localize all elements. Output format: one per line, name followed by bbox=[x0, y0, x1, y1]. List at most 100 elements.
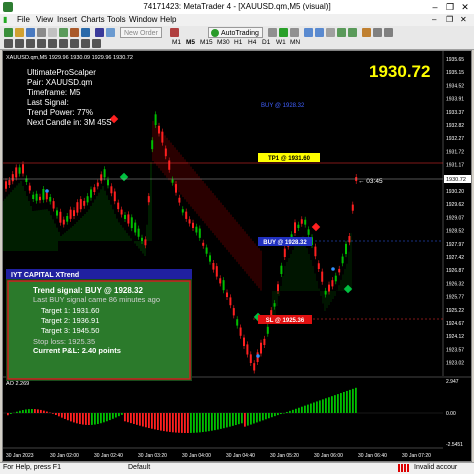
tile-windows-icon[interactable] bbox=[326, 28, 335, 37]
candle-body bbox=[249, 354, 252, 363]
arrows-tool-icon[interactable] bbox=[92, 39, 101, 48]
candle-body bbox=[205, 247, 208, 254]
ao-bar bbox=[79, 413, 81, 425]
menu-help[interactable]: Help bbox=[160, 15, 176, 24]
candle-body bbox=[35, 193, 38, 201]
templates-icon[interactable] bbox=[384, 28, 393, 37]
fibonacci-icon[interactable] bbox=[70, 39, 79, 48]
profiles-icon[interactable] bbox=[15, 28, 24, 37]
ao-bar bbox=[121, 413, 123, 415]
candle-body bbox=[66, 216, 69, 222]
ao-bar bbox=[37, 409, 39, 413]
timeframe-m30[interactable]: M30 bbox=[217, 39, 230, 46]
signal-dot bbox=[331, 267, 335, 271]
mdi-close-button[interactable]: ✕ bbox=[460, 15, 467, 24]
ao-bar bbox=[259, 413, 261, 422]
candle-body bbox=[351, 204, 354, 211]
ao-bar bbox=[331, 396, 333, 413]
stop-loss-text: Stop loss: 1925.35 bbox=[33, 337, 95, 346]
ao-bar bbox=[58, 413, 60, 417]
xtrend-header: IYT CAPITAL XTrend bbox=[11, 272, 79, 279]
timeframe-d1[interactable]: D1 bbox=[262, 39, 270, 46]
signals-icon[interactable] bbox=[106, 28, 115, 37]
ao-bar bbox=[115, 413, 117, 418]
experts-icon[interactable] bbox=[95, 28, 104, 37]
menu-tools[interactable]: Tools bbox=[107, 15, 126, 24]
candle-body bbox=[300, 219, 303, 224]
candle-body bbox=[62, 219, 65, 225]
strategy-tester-icon[interactable] bbox=[70, 28, 79, 37]
metaeditor-icon[interactable] bbox=[170, 28, 179, 37]
candle-body bbox=[83, 200, 86, 206]
menu-window[interactable]: Window bbox=[129, 15, 157, 24]
candle-body bbox=[22, 164, 24, 174]
navigator-icon[interactable] bbox=[48, 28, 57, 37]
data-window-icon[interactable] bbox=[37, 28, 46, 37]
bar-chart-icon[interactable] bbox=[268, 28, 277, 37]
ao-bar bbox=[298, 407, 300, 413]
minimize-button[interactable]: – bbox=[428, 1, 442, 13]
xtrend-panel: IYT CAPITAL XTrend Trend signal: BUY @ 1… bbox=[6, 269, 192, 381]
candle-body bbox=[107, 179, 109, 186]
close-button[interactable]: ✕ bbox=[458, 1, 472, 13]
crosshair-icon[interactable] bbox=[15, 39, 24, 48]
vertical-line-icon[interactable] bbox=[26, 39, 35, 48]
autoscroll-icon[interactable] bbox=[337, 28, 346, 37]
maximize-button[interactable]: ❐ bbox=[443, 1, 457, 13]
timeframe-m15[interactable]: M15 bbox=[200, 39, 213, 46]
candle-body bbox=[209, 255, 211, 262]
timeframe-w1[interactable]: W1 bbox=[276, 39, 286, 46]
ao-bar bbox=[340, 393, 342, 413]
ao-bar bbox=[238, 413, 240, 425]
autotrading-button[interactable]: AutoTrading bbox=[208, 27, 263, 38]
equidistant-channel-icon[interactable] bbox=[59, 39, 68, 48]
new-order-button[interactable]: New Order bbox=[120, 27, 162, 38]
timeframe-m1[interactable]: M1 bbox=[172, 39, 181, 46]
timeframe-m5[interactable]: M5 bbox=[186, 39, 195, 46]
ao-bar bbox=[127, 413, 129, 423]
timeframe-h1[interactable]: H1 bbox=[234, 39, 242, 46]
zoom-in-icon[interactable] bbox=[304, 28, 313, 37]
trendline-icon[interactable] bbox=[48, 39, 57, 48]
ao-bar bbox=[22, 410, 24, 413]
candle-body bbox=[110, 186, 113, 194]
timeframe-mn[interactable]: MN bbox=[290, 39, 300, 46]
ao-bar bbox=[286, 411, 288, 413]
price-tick-label: 1925.77 bbox=[446, 295, 464, 301]
market-watch-icon[interactable] bbox=[26, 28, 35, 37]
ao-bar bbox=[325, 398, 327, 413]
menu-file[interactable]: File bbox=[17, 15, 30, 24]
timeframe-h4[interactable]: H4 bbox=[248, 39, 256, 46]
candle-body bbox=[283, 248, 286, 257]
ao-bar bbox=[169, 413, 171, 432]
chart-menu-icon[interactable]: ▮ bbox=[3, 15, 7, 24]
candlestick-icon[interactable] bbox=[279, 28, 288, 37]
indicators-icon[interactable] bbox=[362, 28, 371, 37]
price-tick-label: 1934.52 bbox=[446, 83, 464, 89]
candle-body bbox=[297, 224, 300, 228]
candle-body bbox=[56, 210, 58, 216]
zoom-out-icon[interactable] bbox=[315, 28, 324, 37]
text-tool-icon[interactable] bbox=[81, 39, 90, 48]
menu-charts[interactable]: Charts bbox=[81, 15, 105, 24]
mdi-minimize-button[interactable]: – bbox=[432, 15, 436, 24]
price-chart[interactable]: 1935.65 1935.15 1934.52 1933.91 1933.37 1932.… bbox=[3, 51, 471, 461]
options-icon[interactable] bbox=[81, 28, 90, 37]
menu-view[interactable]: View bbox=[36, 15, 53, 24]
chart-shift-icon[interactable] bbox=[348, 28, 357, 37]
ao-bar bbox=[34, 409, 36, 413]
candle-body bbox=[100, 174, 103, 181]
horizontal-line-icon[interactable] bbox=[37, 39, 46, 48]
new-chart-icon[interactable] bbox=[4, 28, 13, 37]
candle-body bbox=[263, 338, 266, 345]
line-chart-icon[interactable] bbox=[290, 28, 299, 37]
ao-bar bbox=[46, 411, 48, 413]
candle-body bbox=[253, 363, 256, 371]
mdi-restore-button[interactable]: ❐ bbox=[446, 15, 453, 24]
periods-icon[interactable] bbox=[373, 28, 382, 37]
menu-insert[interactable]: Insert bbox=[57, 15, 77, 24]
terminal-icon[interactable] bbox=[59, 28, 68, 37]
ao-bar bbox=[247, 413, 249, 426]
cursor-icon[interactable] bbox=[4, 39, 13, 48]
ao-bar bbox=[10, 413, 12, 414]
